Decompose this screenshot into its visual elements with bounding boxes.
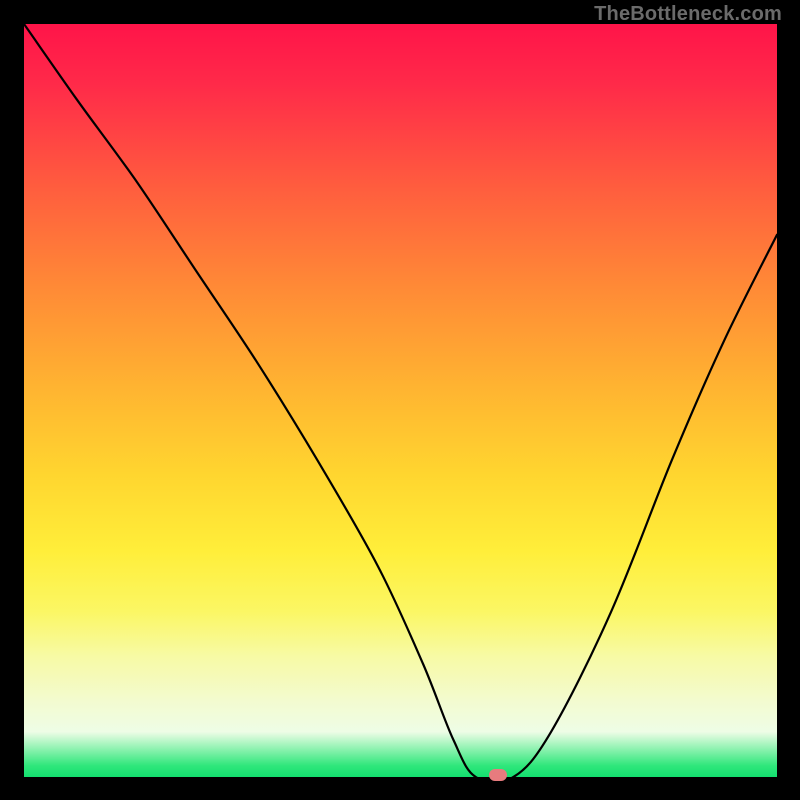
curve-svg xyxy=(24,24,777,777)
bottleneck-curve xyxy=(24,24,777,777)
watermark-text: TheBottleneck.com xyxy=(594,3,782,26)
optimum-marker xyxy=(489,769,507,781)
chart-frame: TheBottleneck.com xyxy=(0,0,800,800)
plot-area xyxy=(24,24,777,777)
